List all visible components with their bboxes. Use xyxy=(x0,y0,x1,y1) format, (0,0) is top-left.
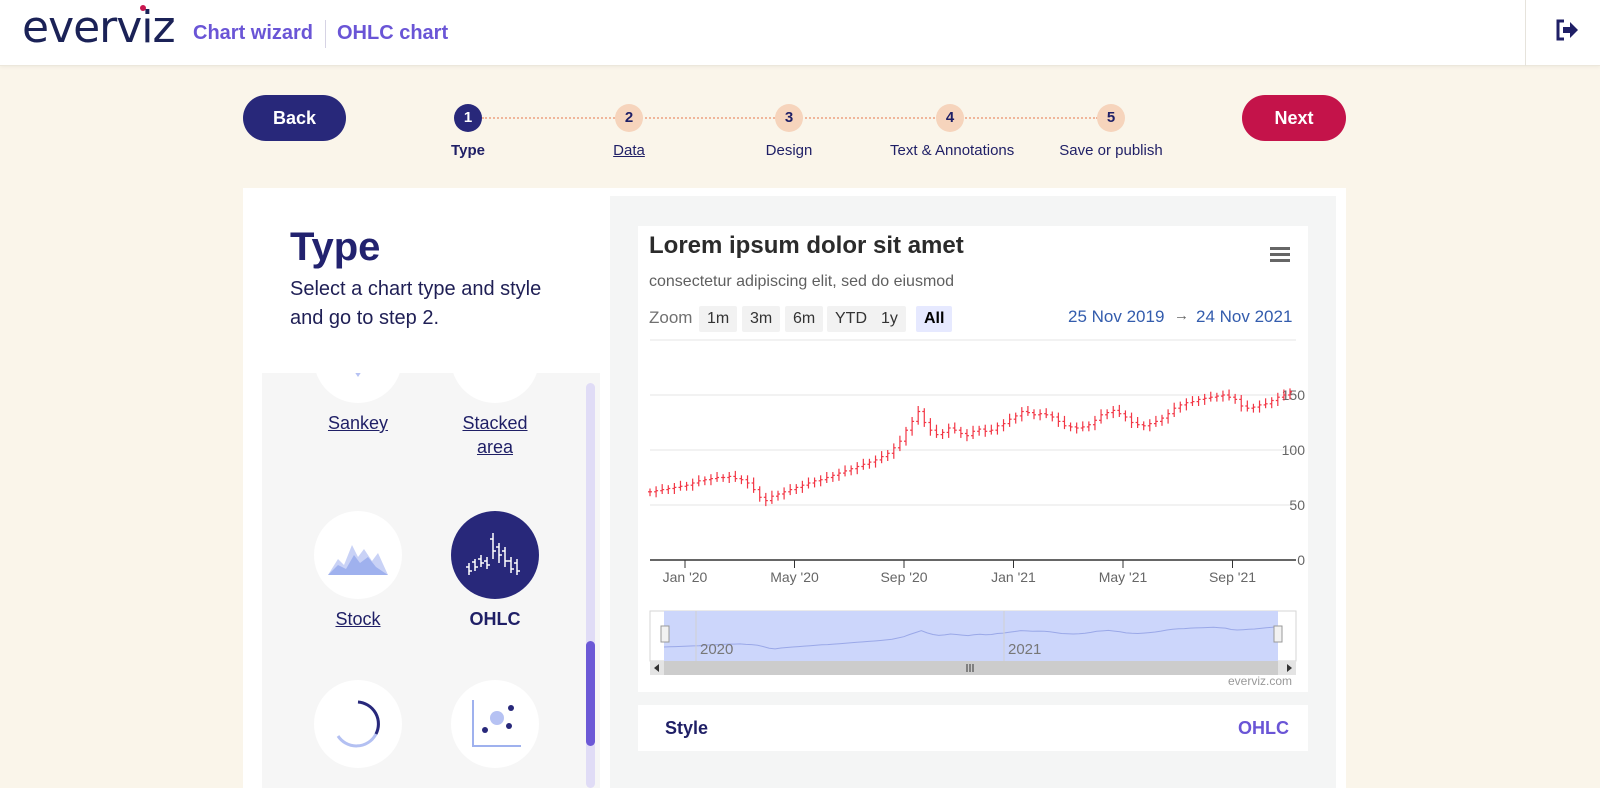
navigator-label-2021: 2021 xyxy=(1008,641,1042,658)
step-label: Design xyxy=(765,142,813,159)
logo-dot xyxy=(140,5,146,11)
step-type[interactable]: 1 Type xyxy=(408,104,528,159)
step-data[interactable]: 2 Data xyxy=(569,104,689,159)
step-text-annotations[interactable]: 4 Text & Annotations xyxy=(890,104,1015,159)
tile-label: OHLC xyxy=(469,609,521,629)
tile-label: Sankey xyxy=(327,413,389,433)
zoom-3m-button[interactable]: 3m xyxy=(742,306,781,332)
stock-icon xyxy=(314,511,402,599)
gauge-icon xyxy=(314,680,402,768)
zoom-label: Zoom xyxy=(649,308,693,327)
back-button[interactable]: Back xyxy=(243,95,346,141)
step-number: 4 xyxy=(936,104,964,132)
step-label: Data xyxy=(613,142,645,159)
tile-label: Stock xyxy=(335,609,381,629)
style-label: Style xyxy=(665,718,709,738)
step-design[interactable]: 3 Design xyxy=(729,104,849,159)
chart-title: Lorem ipsum dolor sit amet xyxy=(649,232,964,259)
tile-stock[interactable]: Stock xyxy=(283,511,433,631)
chart-card xyxy=(638,226,1308,692)
breadcrumb-chart-wizard[interactable]: Chart wizard xyxy=(193,22,313,45)
type-description: Select a chart type and style and go to … xyxy=(290,278,542,329)
zoom-6m-button[interactable]: 6m xyxy=(785,306,824,332)
zoom-1y-button[interactable]: 1y xyxy=(873,306,906,332)
tile-stacked-area[interactable]: Stacked area xyxy=(420,373,570,459)
tile-ohlc[interactable]: OHLC xyxy=(420,511,570,631)
next-button[interactable]: Next xyxy=(1242,95,1346,141)
step-number: 3 xyxy=(775,104,803,132)
step-save-publish[interactable]: 5 Save or publish xyxy=(1051,104,1171,159)
chart-subtitle: consectetur adipiscing elit, sed do eius… xyxy=(649,273,955,290)
sankey-icon xyxy=(314,373,402,403)
tile-label: Stacked area xyxy=(462,413,528,457)
tile-bubble[interactable] xyxy=(420,680,570,768)
top-bar: everviz Chart wizard OHLC chart xyxy=(0,0,1600,66)
zoom-ytd-button[interactable]: YTD xyxy=(827,306,875,332)
header-divider xyxy=(1525,0,1526,66)
step-number: 2 xyxy=(615,104,643,132)
step-label: Save or publish xyxy=(1059,142,1163,159)
stacked-area-icon xyxy=(451,373,539,403)
chart-type-gallery: Sankey Stacked area Stock OHLC xyxy=(262,373,600,788)
bubble-icon xyxy=(451,680,539,768)
range-to-input[interactable]: 24 Nov 2021 xyxy=(1196,307,1292,327)
page-title: Type xyxy=(290,225,381,269)
hamburger-icon[interactable] xyxy=(1269,245,1291,263)
range-arrow-icon: → xyxy=(1174,307,1189,324)
style-value[interactable]: OHLC xyxy=(1238,718,1289,739)
range-from-input[interactable]: 25 Nov 2019 xyxy=(1068,307,1164,327)
tile-gauge[interactable] xyxy=(283,680,433,768)
zoom-all-button[interactable]: All xyxy=(916,306,953,332)
everviz-logo[interactable]: everviz xyxy=(22,2,176,53)
tile-sankey[interactable]: Sankey xyxy=(283,373,433,435)
step-label: Text & Annotations xyxy=(890,142,1015,159)
ohlc-icon xyxy=(451,511,539,599)
breadcrumb-separator xyxy=(325,20,326,48)
gallery-scrollbar-thumb[interactable] xyxy=(586,641,595,746)
step-number: 5 xyxy=(1097,104,1125,132)
step-number: 1 xyxy=(454,104,482,132)
breadcrumb-chart-type: OHLC chart xyxy=(337,22,449,44)
step-label: Type xyxy=(451,142,485,159)
zoom-1m-button[interactable]: 1m xyxy=(699,306,738,332)
logout-icon[interactable] xyxy=(1553,16,1581,44)
style-row[interactable] xyxy=(638,705,1308,751)
chart-credit[interactable]: everviz.com xyxy=(1228,674,1292,688)
navigator-label-2020: 2020 xyxy=(700,641,734,658)
